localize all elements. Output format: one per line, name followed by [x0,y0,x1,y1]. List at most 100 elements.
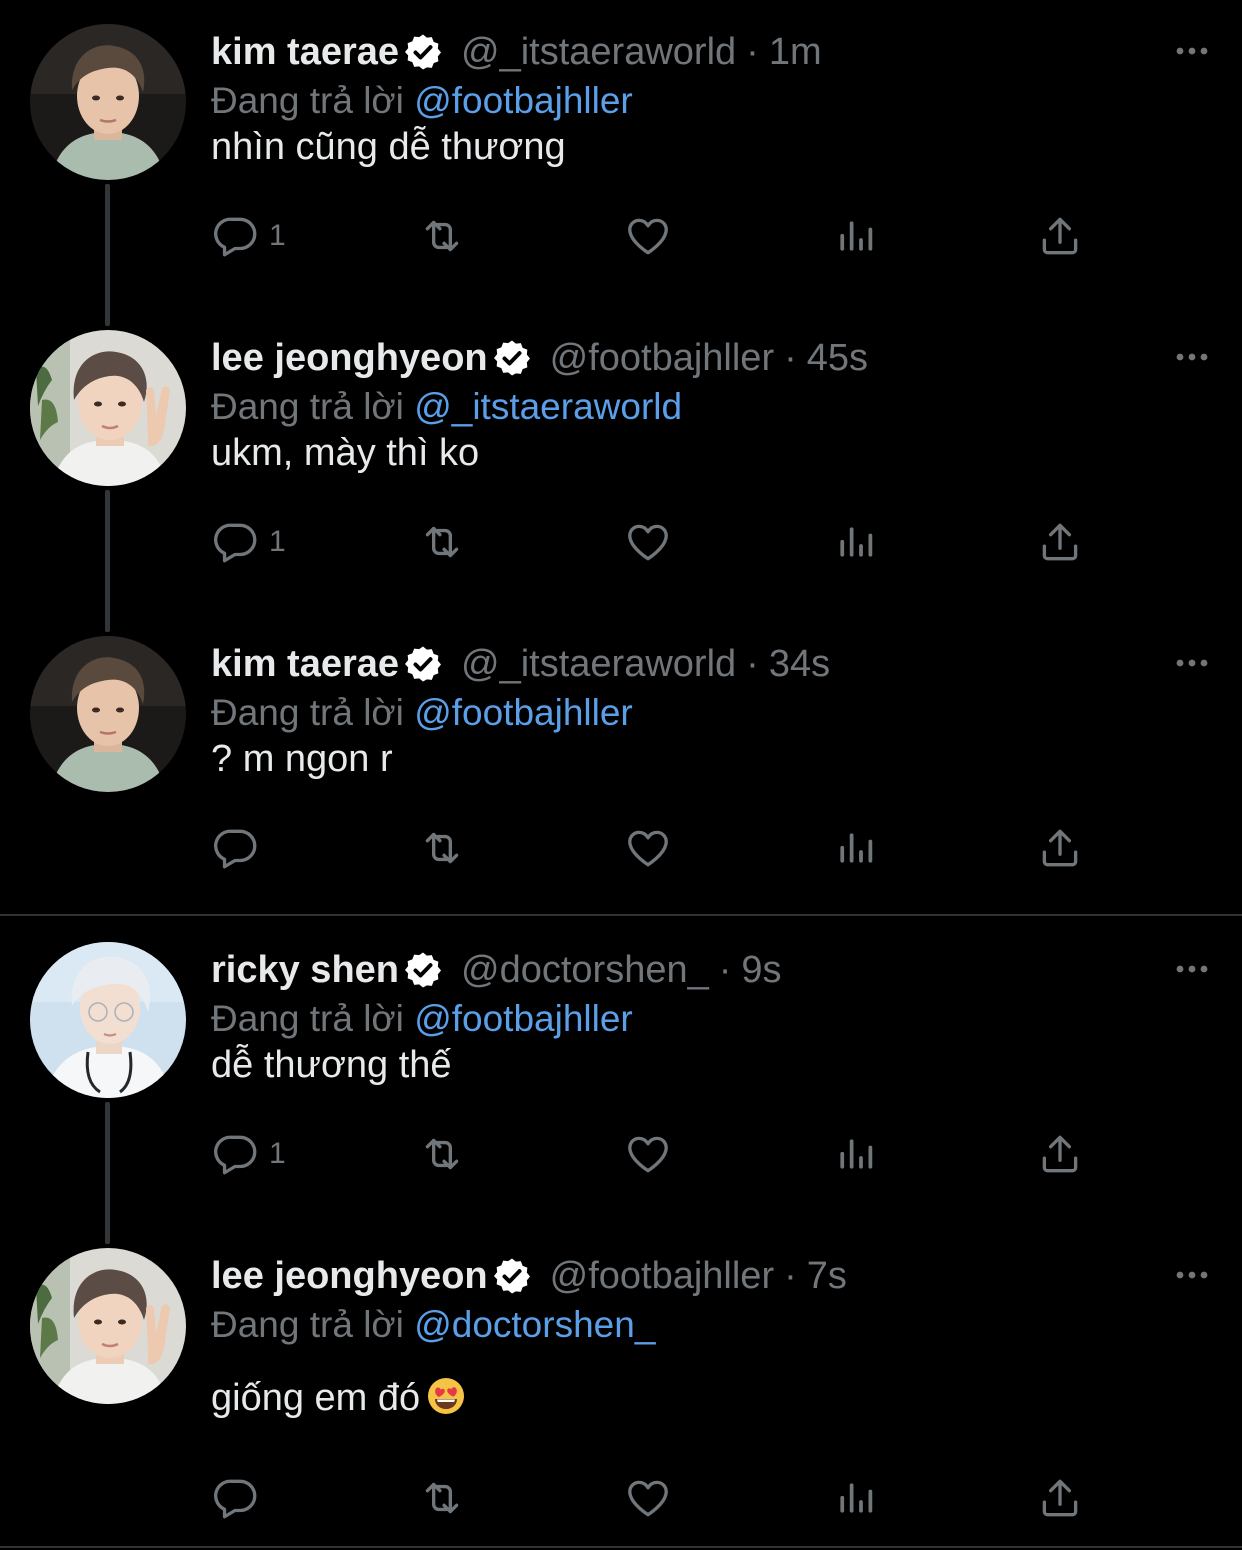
display-name[interactable]: kim taerae [211,643,399,686]
share-icon [1035,823,1085,873]
retweet-icon [417,517,467,567]
action-bar: 1 [211,512,1111,572]
tweet[interactable]: lee jeonghyeon @footbajhller · 7s Đang t… [0,1224,1242,1530]
retweet-button[interactable] [417,1124,467,1184]
retweet-button[interactable] [417,512,467,572]
like-icon [623,823,673,873]
share-button[interactable] [1035,512,1085,572]
reply-button[interactable] [211,1468,269,1528]
more-icon[interactable] [1172,1258,1212,1292]
retweet-icon [417,1473,467,1523]
views-button[interactable] [831,818,881,878]
views-button[interactable] [831,512,881,572]
tweet-text: ukm, mày thì ko [211,432,480,474]
reply-count: 1 [269,219,286,252]
separator-dot: · [784,336,797,379]
avatar[interactable] [30,330,186,486]
reply-icon [211,517,261,567]
mention-link[interactable]: @_itstaeraworld [414,386,682,427]
reply-button[interactable]: 1 [211,1124,286,1184]
verified-icon [403,950,443,990]
mention-link[interactable]: @footbajhller [414,80,633,121]
retweet-icon [417,823,467,873]
display-name[interactable]: lee jeonghyeon [211,1255,488,1298]
like-button[interactable] [623,512,673,572]
like-button[interactable] [623,818,673,878]
conversation-divider [0,1546,1242,1548]
timestamp[interactable]: 45s [807,337,868,380]
verified-icon [492,338,532,378]
tweet[interactable]: kim taerae @_itstaeraworld · 34s Đang tr… [0,612,1242,918]
reply-count: 1 [269,525,286,558]
timestamp[interactable]: 7s [807,1255,847,1298]
tweet-text: giống em đó [211,1377,421,1419]
retweet-button[interactable] [417,818,467,878]
share-button[interactable] [1035,1124,1085,1184]
views-button[interactable] [831,1124,881,1184]
verified-icon [492,1256,532,1296]
views-icon [831,1473,881,1523]
more-icon[interactable] [1172,34,1212,68]
timestamp[interactable]: 9s [741,949,781,992]
user-handle[interactable]: @footbajhller [550,1255,774,1298]
share-icon [1035,1129,1085,1179]
user-handle[interactable]: @_itstaeraworld [461,31,736,74]
views-button[interactable] [831,206,881,266]
like-button[interactable] [623,1124,673,1184]
like-icon [623,1473,673,1523]
display-name[interactable]: kim taerae [211,31,399,74]
share-icon [1035,517,1085,567]
reply-button[interactable] [211,818,269,878]
reply-icon [211,1473,261,1523]
like-button[interactable] [623,1468,673,1528]
mention-link[interactable]: @doctorshen_ [414,1304,655,1345]
tweet[interactable]: ricky shen @doctorshen_ · 9s Đang trả lờ… [0,918,1242,1224]
replying-to-label: Đang trả lời [211,386,404,427]
like-button[interactable] [623,206,673,266]
action-bar [211,1468,1111,1528]
share-button[interactable] [1035,1468,1085,1528]
views-icon [831,211,881,261]
like-icon [623,211,673,261]
verified-icon [403,32,443,72]
reply-count: 1 [269,1137,286,1170]
user-handle[interactable]: @_itstaeraworld [461,643,736,686]
retweet-icon [417,211,467,261]
reply-button[interactable]: 1 [211,512,286,572]
tweet[interactable]: lee jeonghyeon @footbajhller · 45s Đang … [0,306,1242,612]
tweet[interactable]: kim taerae @_itstaeraworld · 1m Đang trả… [0,0,1242,306]
action-bar: 1 [211,1124,1111,1184]
replying-to-label: Đang trả lời [211,1304,404,1345]
reply-button[interactable]: 1 [211,206,286,266]
like-icon [623,517,673,567]
timestamp[interactable]: 1m [769,31,822,74]
replying-to-label: Đang trả lời [211,998,404,1039]
retweet-button[interactable] [417,206,467,266]
avatar[interactable] [30,1248,186,1404]
replying-to: Đang trả lời @footbajhller [211,80,633,122]
views-button[interactable] [831,1468,881,1528]
more-icon[interactable] [1172,340,1212,374]
avatar[interactable] [30,24,186,180]
retweet-button[interactable] [417,1468,467,1528]
tweet-text: ? m ngon r [211,738,393,780]
tweet-text: dễ thương thế [211,1044,452,1086]
share-icon [1035,211,1085,261]
replying-to-label: Đang trả lời [211,80,404,121]
share-button[interactable] [1035,818,1085,878]
avatar[interactable] [30,942,186,1098]
avatar[interactable] [30,636,186,792]
share-button[interactable] [1035,206,1085,266]
display-name[interactable]: lee jeonghyeon [211,337,488,380]
mention-link[interactable]: @footbajhller [414,998,633,1039]
user-handle[interactable]: @footbajhller [550,337,774,380]
replying-to: Đang trả lời @doctorshen_ [211,1304,655,1346]
more-icon[interactable] [1172,646,1212,680]
more-icon[interactable] [1172,952,1212,986]
user-handle[interactable]: @doctorshen_ [461,949,709,992]
replying-to: Đang trả lời @_itstaeraworld [211,386,682,428]
timestamp[interactable]: 34s [769,643,830,686]
views-icon [831,517,881,567]
display-name[interactable]: ricky shen [211,949,399,992]
mention-link[interactable]: @footbajhller [414,692,633,733]
